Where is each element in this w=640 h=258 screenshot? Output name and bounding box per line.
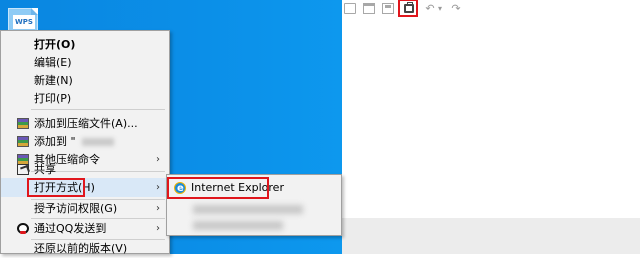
menu-item-label: 打开(O) [34,38,76,51]
menu-item-grant-access[interactable]: 授予访问权限(G) › [1,199,169,218]
editor-lower-panel [342,218,640,254]
menu-item-label: 授予访问权限(G) [34,202,118,215]
internet-explorer-highlight [167,177,269,199]
menu-item-label: 编辑(E) [34,56,72,69]
save-icon[interactable] [382,3,394,14]
chevron-right-icon: › [156,203,160,214]
blurred-app-entry [193,221,283,230]
open-folder-icon[interactable] [363,3,375,14]
menu-item-label: 新建(N) [34,74,73,87]
menu-item-add-to-archive[interactable]: 添加到压缩文件(A)... [1,114,169,133]
context-menu: 打开(O) 编辑(E) 新建(N) 打印(P) 添加到压缩文件(A)... 添加… [0,30,170,255]
menu-item-label: 添加到 " [34,135,76,148]
redo-icon[interactable]: ↷ [450,3,462,14]
blurred-app-entry [193,205,303,214]
menu-item-send-via-qq[interactable]: 通过QQ发送到 › [1,219,169,238]
menu-item-new[interactable]: 新建(N) [1,71,169,90]
undo-icon[interactable]: ↶ [424,3,436,14]
print-highlight [398,0,418,17]
editor-area: ↶ ▾ ↷ [342,0,640,254]
share-icon [17,164,29,175]
chevron-right-icon: › [156,223,160,234]
menu-separator [31,109,165,110]
wps-logo-label: WPS [13,15,35,29]
open-with-submenu: Internet Explorer [166,174,342,236]
print-icon[interactable] [404,2,414,13]
open-with-highlight [27,178,85,197]
qq-icon [17,223,29,234]
menu-item-print[interactable]: 打印(P) [1,89,169,108]
menu-item-open[interactable]: 打开(O) [1,35,169,54]
menu-item-restore-previous[interactable]: 还原以前的版本(V) [1,239,169,258]
menu-item-share[interactable]: 共享 [1,160,169,179]
chevron-right-icon: › [156,182,160,193]
menu-item-label: 共享 [34,163,56,176]
menu-item-add-to-named-archive[interactable]: 添加到 " [1,132,169,151]
winrar-icon [17,118,29,129]
menu-item-label: 还原以前的版本(V) [34,242,128,255]
menu-item-label: 通过QQ发送到 [34,222,107,235]
blurred-filename [81,138,114,146]
menu-item-label: 打印(P) [34,92,72,105]
winrar-icon [17,136,29,147]
menu-item-label: 添加到压缩文件(A)... [34,117,138,130]
menu-item-edit[interactable]: 编辑(E) [1,53,169,72]
new-doc-icon[interactable] [344,3,356,14]
undo-dropdown-icon[interactable]: ▾ [437,3,443,14]
page-fold [31,8,38,15]
